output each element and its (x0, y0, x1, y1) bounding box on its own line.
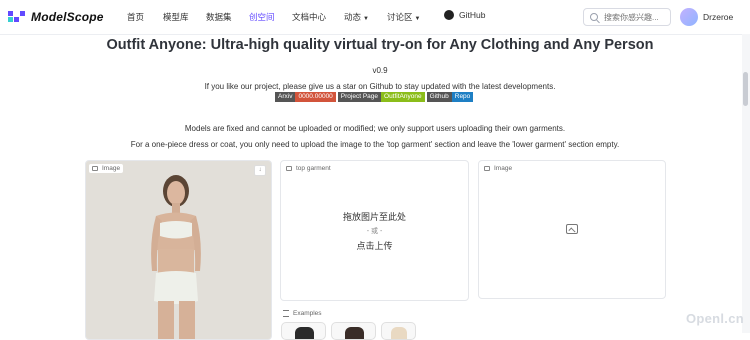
project-page-badge[interactable]: Project Page OutfitAnyone (337, 92, 425, 102)
nav-item-label: 文档中心 (292, 12, 327, 22)
or-divider-text: - 或 - (366, 228, 383, 235)
example-thumbnails (281, 322, 421, 340)
badge-left: Arxiv (275, 92, 296, 102)
nav-item[interactable]: 动态 ▼ (344, 11, 369, 23)
nav-item-label: 模型库 (163, 12, 189, 22)
panel-label: top garment (286, 165, 331, 172)
page-scrollbar[interactable] (742, 34, 750, 333)
search-icon (590, 13, 598, 21)
nav-item[interactable]: 讨论区 ▼ (387, 11, 420, 23)
nav-item[interactable]: 文档中心 (292, 11, 326, 23)
chevron-down-icon: ▼ (414, 16, 421, 22)
nav-item-label: 数据集 (206, 12, 232, 22)
chevron-down-icon: ▼ (363, 16, 369, 22)
github-repo-badge[interactable]: Github Repo (426, 92, 474, 102)
examples-header: Examples (283, 310, 322, 317)
one-piece-note: For a one-piece dress or coat, you only … (130, 140, 620, 149)
nav-item[interactable]: 首页 (127, 11, 144, 23)
badge-row: Arxiv 0000.00000 Project Page OutfitAnyo… (275, 92, 474, 102)
top-garment-upload[interactable]: top garment 拖放图片至此处 - 或 - 点击上传 (280, 160, 469, 301)
click-upload-text[interactable]: 点击上传 (281, 239, 468, 252)
logo-icon (8, 11, 26, 23)
nav-item-label: 动态 (344, 12, 362, 22)
badge-right: Repo (451, 92, 474, 102)
drop-image-text: 拖放图片至此处 (342, 212, 406, 222)
nav-item[interactable]: 模型库 (163, 11, 189, 23)
version-label: v0.9 (372, 66, 388, 75)
brand-name: ModelScope (31, 10, 104, 24)
image-placeholder-icon (566, 224, 578, 234)
page-title: Outfit Anyone: Ultra-high quality virtua… (106, 37, 654, 53)
nav-item-label: 讨论区 (387, 12, 413, 22)
model-image-panel[interactable]: Image ↓ (85, 160, 272, 340)
image-icon (484, 166, 490, 171)
search-box[interactable] (583, 8, 671, 26)
image-icon (92, 166, 98, 171)
modelscope-logo[interactable]: ModelScope (8, 10, 104, 24)
model-photo (86, 161, 271, 339)
panel-label: Image (89, 164, 124, 173)
nav-item-label: 首页 (127, 12, 145, 22)
badge-left: Project Page (337, 92, 382, 102)
example-thumbnail[interactable] (381, 322, 416, 340)
models-fixed-note: Models are fixed and cannot be uploaded … (184, 124, 566, 133)
panel-label: Image (484, 165, 512, 172)
output-image-panel: Image (478, 160, 666, 299)
github-label: GitHub (459, 10, 486, 20)
example-thumbnail[interactable] (281, 322, 326, 340)
watermark: Openl.cn (685, 311, 744, 326)
github-link[interactable]: GitHub (444, 10, 485, 20)
username[interactable]: Drzeroe (703, 12, 733, 22)
search-input[interactable] (604, 12, 668, 22)
badge-left: Github (426, 92, 452, 102)
nav-item-label: 创空间 (249, 12, 275, 22)
top-navbar: ModelScope 首页 模型库 数据集 创空间 文档中心 动态 ▼ 讨论区 ▼ GitHub… (0, 0, 750, 35)
github-icon (444, 10, 454, 20)
arxiv-badge[interactable]: Arxiv 0000.00000 (275, 92, 336, 102)
list-icon (283, 310, 289, 317)
download-icon[interactable]: ↓ (254, 165, 266, 176)
star-request-text: If you like our project, please give us … (204, 82, 556, 91)
nav-item[interactable]: 创空间 (249, 11, 275, 23)
nav-item[interactable]: 数据集 (206, 11, 232, 23)
avatar[interactable] (680, 8, 698, 26)
badge-right: 0000.00000 (295, 92, 336, 102)
image-icon (286, 166, 292, 171)
badge-right: OutfitAnyone (381, 92, 425, 102)
example-thumbnail[interactable] (331, 322, 376, 340)
